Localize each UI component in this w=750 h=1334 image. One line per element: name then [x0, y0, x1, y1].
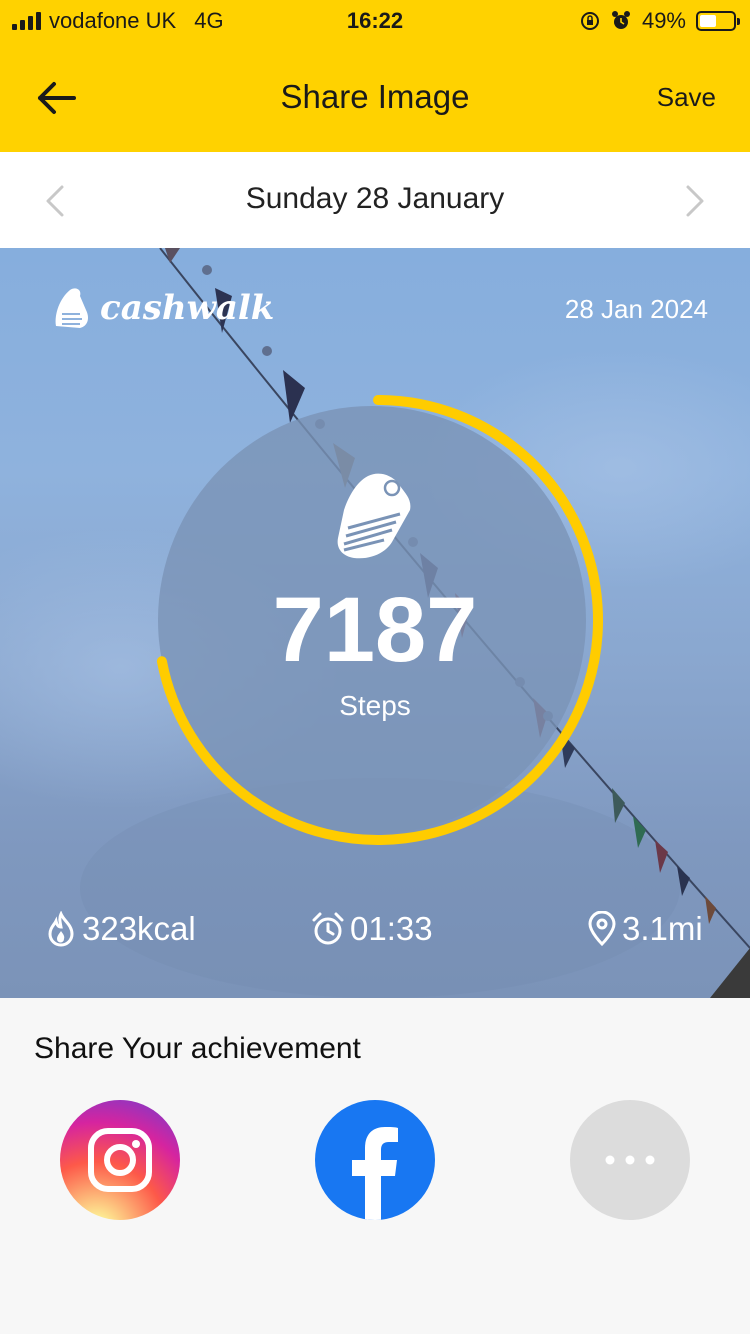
battery-fill — [700, 15, 716, 27]
battery-percent: 49% — [641, 8, 686, 33]
chevron-right-icon — [686, 185, 704, 217]
share-facebook-button[interactable] — [315, 1100, 435, 1220]
steps-label: Steps — [339, 690, 411, 721]
date-navigator: Sunday 28 January — [0, 152, 750, 248]
battery-icon — [696, 11, 740, 31]
alarm-icon — [611, 11, 630, 29]
share-more-button[interactable] — [570, 1100, 690, 1220]
step-count: 7187 — [272, 579, 478, 681]
distance-stat: 3.1mi — [586, 910, 703, 948]
calories-stat: 323kcal — [44, 910, 196, 948]
share-title: Share Your achievement — [34, 1032, 361, 1065]
duration-stat: 01:33 — [310, 910, 433, 948]
location-pin-icon — [588, 911, 616, 947]
page-title: Share Image — [280, 78, 470, 115]
more-dots-icon — [605, 1155, 655, 1165]
calories-value: 323kcal — [82, 910, 196, 947]
share-image-card: cashwalk 28 Jan 2024 7187 Steps 323kcal … — [0, 248, 750, 998]
nav-bar: Share Image Save — [0, 52, 750, 142]
facebook-icon — [352, 1127, 398, 1220]
instagram-icon — [88, 1128, 152, 1192]
share-section: Share Your achievement — [0, 998, 750, 1334]
status-right: 49% — [580, 8, 740, 34]
flame-icon — [48, 911, 74, 947]
next-day-button[interactable] — [680, 184, 710, 218]
share-instagram-button[interactable] — [60, 1100, 180, 1220]
sneaker-icon — [337, 473, 411, 559]
status-bar: vodafone UK 4G 16:22 49% — [0, 0, 750, 42]
distance-value: 3.1mi — [622, 910, 703, 947]
duration-value: 01:33 — [350, 910, 433, 947]
app-header: vodafone UK 4G 16:22 49% Share Image Sav… — [0, 0, 750, 152]
selected-date: Sunday 28 January — [245, 182, 505, 215]
rotation-lock-icon — [580, 12, 599, 30]
save-button[interactable]: Save — [657, 82, 716, 113]
alarm-clock-icon — [312, 912, 344, 945]
